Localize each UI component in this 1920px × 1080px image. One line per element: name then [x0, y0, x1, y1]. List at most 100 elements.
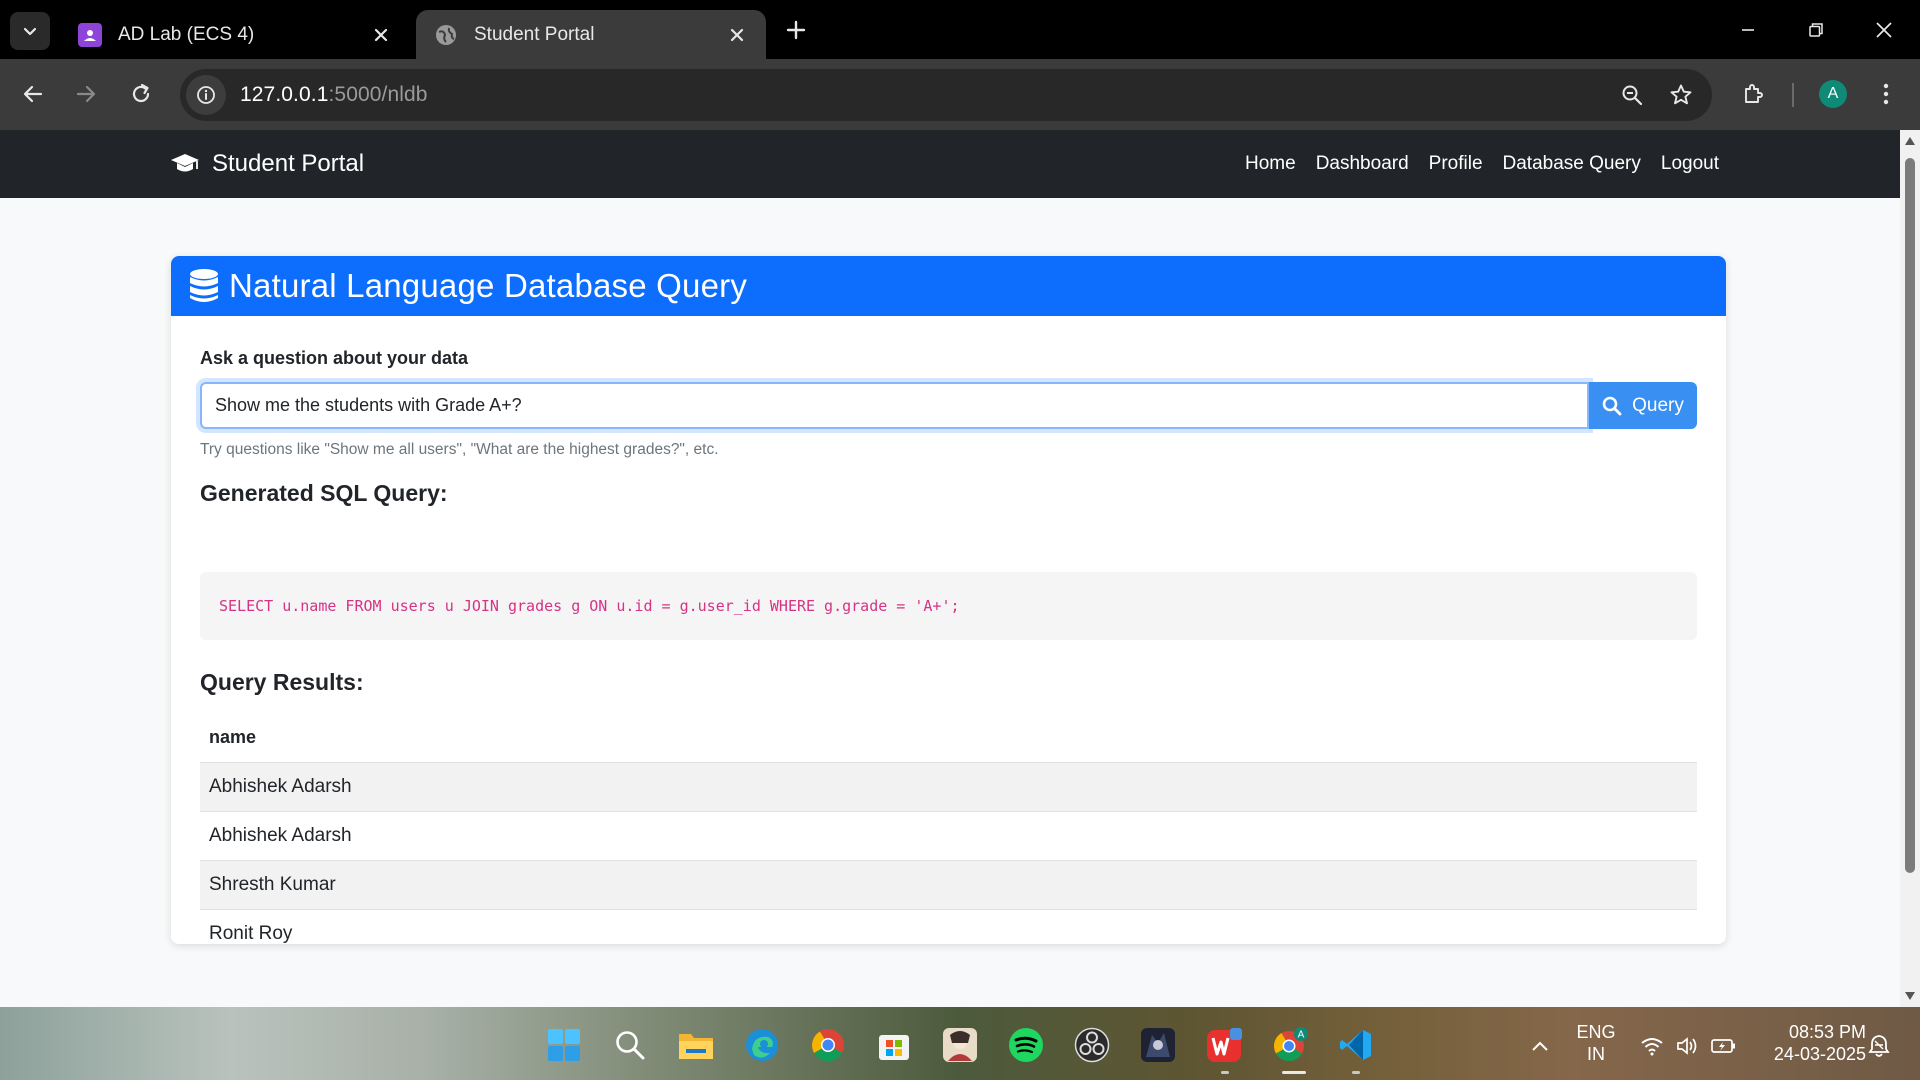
spotify-icon[interactable]: [1007, 1026, 1045, 1064]
edge-icon[interactable]: [743, 1026, 781, 1064]
query-button[interactable]: Query: [1589, 382, 1697, 429]
card-title: Natural Language Database Query: [229, 267, 748, 304]
brand-text: Student Portal: [212, 150, 365, 177]
chevron-up-icon[interactable]: [1527, 1033, 1553, 1059]
tab-search-button[interactable]: [10, 12, 50, 50]
url-host: 127.0.0.1: [240, 83, 329, 106]
table-header-row: name: [200, 713, 1697, 763]
query-input-group: Query: [200, 382, 1697, 429]
table-cell: Shresth Kumar: [200, 860, 1697, 910]
table-row: Abhishek Adarsh: [200, 811, 1697, 861]
profile-button[interactable]: A: [1813, 74, 1853, 114]
browser-menu-button[interactable]: [1866, 74, 1906, 114]
tab-ad-lab[interactable]: AD Lab (ECS 4): [60, 10, 410, 59]
query-card: Natural Language Database Query Ask a qu…: [171, 256, 1726, 944]
site-info-icon[interactable]: [186, 75, 226, 115]
globe-favicon-icon: [434, 23, 458, 47]
question-input[interactable]: [200, 382, 1589, 429]
search-icon[interactable]: [611, 1026, 649, 1064]
extensions-button[interactable]: [1733, 74, 1773, 114]
question-label: Ask a question about your data: [200, 348, 469, 368]
table-row: Shresth Kumar: [200, 860, 1697, 910]
page-viewport: Student Portal Home Dashboard Profile Da…: [0, 130, 1920, 1007]
nav-link-logout[interactable]: Logout: [1661, 153, 1719, 175]
url-path: :5000/nldb: [328, 83, 428, 106]
results-heading: Query Results:: [200, 669, 364, 695]
puzzle-icon: [1745, 84, 1763, 103]
nav-link-profile[interactable]: Profile: [1429, 153, 1483, 175]
nav-link-dashboard[interactable]: Dashboard: [1316, 153, 1409, 175]
scrollbar-thumb[interactable]: [1905, 158, 1915, 873]
chrome-profile-icon[interactable]: A: [1271, 1026, 1309, 1064]
sql-query-text: SELECT u.name FROM users u JOIN grades g…: [219, 597, 960, 615]
close-tab-icon[interactable]: [726, 24, 748, 46]
reload-icon: [132, 83, 150, 103]
new-tab-button[interactable]: [780, 14, 812, 46]
input-language[interactable]: ENG IN: [1574, 1021, 1618, 1065]
tab-title: Student Portal: [474, 23, 595, 45]
avatar: A: [1819, 80, 1847, 108]
close-tab-icon[interactable]: [370, 24, 392, 46]
scroll-down-icon[interactable]: [1903, 989, 1917, 1003]
game-app-icon[interactable]: [1139, 1026, 1177, 1064]
windows-taskbar: A ENG IN 08:53 PM 24-03-2025: [0, 1007, 1920, 1080]
start-icon[interactable]: [545, 1026, 583, 1064]
close-window-button[interactable]: [1854, 8, 1914, 52]
arrow-right-icon: [76, 85, 96, 103]
clock-date: 24-03-2025: [1773, 1044, 1866, 1064]
site-navbar: Student Portal Home Dashboard Profile Da…: [0, 130, 1900, 198]
reload-button[interactable]: [121, 74, 161, 114]
tab-title: AD Lab (ECS 4): [118, 23, 255, 45]
file-explorer-icon[interactable]: [677, 1026, 715, 1064]
svg-text:A: A: [1298, 1030, 1305, 1041]
browser-tab-strip: AD Lab (ECS 4) Student Portal: [0, 0, 1920, 59]
table-row: Ronit Roy: [200, 909, 1697, 944]
nav-link-database-query[interactable]: Database Query: [1503, 153, 1641, 175]
wps-office-icon[interactable]: [1205, 1026, 1243, 1064]
table-row: Abhishek Adarsh: [200, 762, 1697, 812]
url-text: 127.0.0.1:5000/nldb: [240, 83, 428, 107]
classroom-favicon-icon: [78, 22, 102, 47]
query-hint: Try questions like "Show me all users", …: [200, 441, 719, 458]
table-cell: Ronit Roy: [200, 909, 1697, 944]
clock[interactable]: 08:53 PM 24-03-2025: [1756, 1021, 1866, 1065]
vscode-icon[interactable]: [1337, 1026, 1375, 1064]
minimize-button[interactable]: [1718, 8, 1778, 52]
column-header-name: name: [200, 713, 1697, 763]
clock-time: 08:53 PM: [1788, 1022, 1866, 1042]
running-indicator: [1352, 1071, 1360, 1074]
forward-button[interactable]: [66, 74, 106, 114]
browser-toolbar: 127.0.0.1:5000/nldb A: [0, 59, 1920, 130]
results-table: name Abhishek Adarsh Abhishek Adarsh Shr…: [200, 713, 1697, 944]
query-button-label: Query: [1632, 394, 1684, 416]
microsoft-store-icon[interactable]: [875, 1026, 913, 1064]
plus-icon: [786, 20, 806, 40]
wifi-icon[interactable]: [1639, 1033, 1665, 1059]
bookmark-star-icon[interactable]: [1661, 75, 1701, 115]
tab-student-portal[interactable]: Student Portal: [416, 10, 766, 59]
page-scrollbar[interactable]: [1900, 130, 1920, 1007]
database-icon: [189, 268, 219, 304]
battery-icon[interactable]: [1711, 1033, 1737, 1059]
zoom-icon[interactable]: [1612, 75, 1652, 115]
kebab-menu-icon: [1883, 83, 1889, 105]
graduation-cap-icon: [170, 152, 200, 176]
navbar-brand[interactable]: Student Portal: [170, 130, 364, 198]
chrome-icon[interactable]: [809, 1026, 847, 1064]
language-code: ENG: [1576, 1022, 1616, 1042]
search-icon: [1602, 396, 1622, 416]
sql-query-box: SELECT u.name FROM users u JOIN grades g…: [200, 572, 1697, 640]
arrow-left-icon: [23, 85, 43, 103]
nav-link-home[interactable]: Home: [1245, 153, 1296, 175]
toolbar-divider: [1792, 83, 1794, 107]
restore-icon: [1809, 23, 1823, 37]
address-bar[interactable]: 127.0.0.1:5000/nldb: [180, 69, 1712, 121]
obs-icon[interactable]: [1073, 1026, 1111, 1064]
restore-button[interactable]: [1786, 8, 1846, 52]
back-button[interactable]: [13, 74, 53, 114]
volume-icon[interactable]: [1675, 1033, 1701, 1059]
scroll-up-icon[interactable]: [1903, 134, 1917, 148]
photos-app-icon[interactable]: [941, 1026, 979, 1064]
navbar-links: Home Dashboard Profile Database Query Lo…: [1225, 130, 1719, 198]
notification-bell-icon[interactable]: [1866, 1033, 1892, 1059]
